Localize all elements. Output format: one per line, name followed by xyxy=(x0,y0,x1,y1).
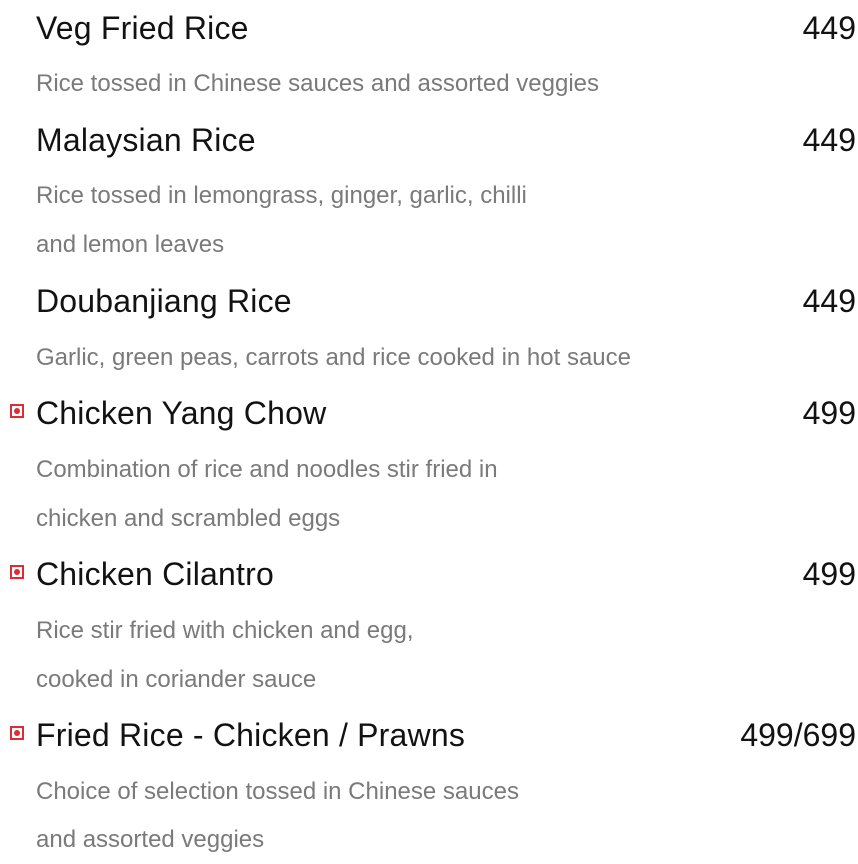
menu-list: Veg Fried Rice 449 Rice tossed in Chines… xyxy=(0,0,858,854)
menu-item-header: Chicken Cilantro 499 xyxy=(0,546,858,602)
menu-item-name: Chicken Yang Chow xyxy=(36,395,327,431)
menu-item-header: Chicken Yang Chow 499 xyxy=(0,385,858,441)
menu-item-price: 499 xyxy=(802,395,856,431)
menu-item-price: 449 xyxy=(802,10,856,46)
menu-item-description: cooked in coriander sauce xyxy=(36,666,317,693)
menu-item-header: Doubanjiang Rice 449 xyxy=(0,273,858,329)
menu-item-description: Combination of rice and noodles stir fri… xyxy=(36,456,498,483)
non-veg-marker-icon xyxy=(10,726,24,740)
menu-item-fried-rice-chicken-prawns: Fried Rice - Chicken / Prawns 499/699 Ch… xyxy=(0,707,858,853)
menu-item-description: Rice tossed in Chinese sauces and assort… xyxy=(36,70,599,97)
menu-item-description: chicken and scrambled eggs xyxy=(36,505,341,532)
menu-item-header: Malaysian Rice 449 xyxy=(0,112,858,168)
menu-item-name: Fried Rice - Chicken / Prawns xyxy=(36,717,466,753)
menu-item-name: Veg Fried Rice xyxy=(36,10,249,46)
menu-item-description: and lemon leaves xyxy=(36,231,225,258)
menu-item-price: 449 xyxy=(802,283,856,319)
menu-item-malaysian-rice: Malaysian Rice 449 Rice tossed in lemong… xyxy=(0,112,858,258)
menu-item-header: Fried Rice - Chicken / Prawns 499/699 xyxy=(0,707,858,763)
menu-item-description: Choice of selection tossed in Chinese sa… xyxy=(36,778,519,805)
non-veg-marker-icon xyxy=(10,404,24,418)
menu-item-description: Rice tossed in lemongrass, ginger, garli… xyxy=(36,182,527,209)
menu-item-name: Doubanjiang Rice xyxy=(36,283,292,319)
menu-item-price: 449 xyxy=(802,122,856,158)
menu-item-name: Chicken Cilantro xyxy=(36,556,274,592)
menu-item-name: Malaysian Rice xyxy=(36,122,256,158)
menu-item-doubanjiang-rice: Doubanjiang Rice 449 Garlic, green peas,… xyxy=(0,273,858,371)
menu-item-description: and assorted veggies xyxy=(36,826,265,853)
menu-item-header: Veg Fried Rice 449 xyxy=(0,0,858,56)
menu-item-description: Rice stir fried with chicken and egg, xyxy=(36,617,414,644)
menu-item-chicken-yang-chow: Chicken Yang Chow 499 Combination of ric… xyxy=(0,385,858,532)
menu-item-chicken-cilantro: Chicken Cilantro 499 Rice stir fried wit… xyxy=(0,546,858,693)
menu-item-veg-fried-rice: Veg Fried Rice 449 Rice tossed in Chines… xyxy=(0,0,858,97)
menu-item-description: Garlic, green peas, carrots and rice coo… xyxy=(36,344,631,371)
menu-item-price: 499/699 xyxy=(740,717,856,753)
menu-item-price: 499 xyxy=(802,556,856,592)
non-veg-marker-icon xyxy=(10,565,24,579)
